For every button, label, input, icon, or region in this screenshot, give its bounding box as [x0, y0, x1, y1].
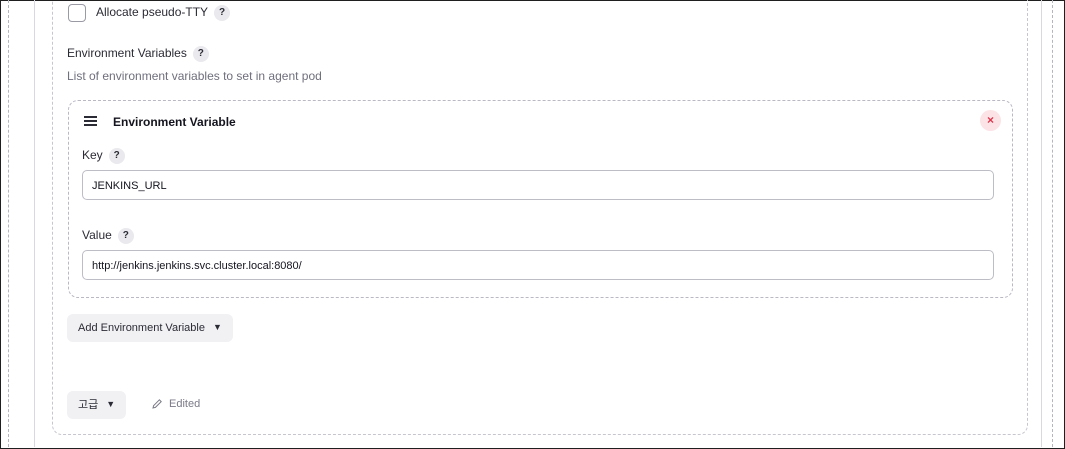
- value-help-icon[interactable]: ?: [117, 228, 134, 244]
- close-icon[interactable]: ×: [980, 110, 1001, 131]
- key-label: Key?: [82, 148, 125, 164]
- pseudo-tty-label-text: Allocate pseudo-TTY: [96, 5, 209, 20]
- chevron-down-icon: ▼: [106, 399, 116, 409]
- key-label-text: Key: [82, 148, 103, 163]
- value-input[interactable]: http://jenkins.jenkins.svc.cluster.local…: [82, 250, 994, 280]
- pseudo-tty-help-icon[interactable]: ?: [214, 5, 231, 21]
- value-label: Value?: [82, 228, 134, 244]
- value-label-text: Value: [82, 228, 112, 243]
- add-environment-variable-label: Add Environment Variable: [78, 322, 205, 334]
- edited-label: Edited: [169, 398, 201, 410]
- key-input[interactable]: JENKINS_URL: [82, 170, 994, 200]
- chevron-down-icon: ▼: [212, 322, 222, 332]
- drag-handle-icon[interactable]: [84, 116, 97, 128]
- env-section-help-icon[interactable]: ?: [192, 46, 209, 62]
- env-section-description: List of environment variables to set in …: [67, 69, 322, 83]
- advanced-button[interactable]: 고급 ▼: [67, 391, 127, 419]
- add-environment-variable-button[interactable]: Add Environment Variable ▼: [67, 314, 233, 342]
- env-section-title-text: Environment Variables: [67, 46, 187, 61]
- pseudo-tty-label: Allocate pseudo-TTY?: [96, 5, 231, 21]
- inner-guide-right: [1041, 0, 1042, 447]
- outer-dashed-guide-left: [8, 0, 9, 447]
- inner-guide-left: [34, 0, 35, 447]
- environment-variable-title: Environment Variable: [113, 115, 236, 129]
- env-section-title: Environment Variables?: [67, 46, 209, 62]
- outer-dashed-guide-right: [1052, 0, 1053, 447]
- edited-indicator: Edited: [151, 398, 200, 410]
- key-help-icon[interactable]: ?: [108, 148, 125, 164]
- pencil-icon: [152, 399, 162, 409]
- advanced-label: 고급: [78, 399, 99, 411]
- pseudo-tty-checkbox[interactable]: [68, 4, 86, 22]
